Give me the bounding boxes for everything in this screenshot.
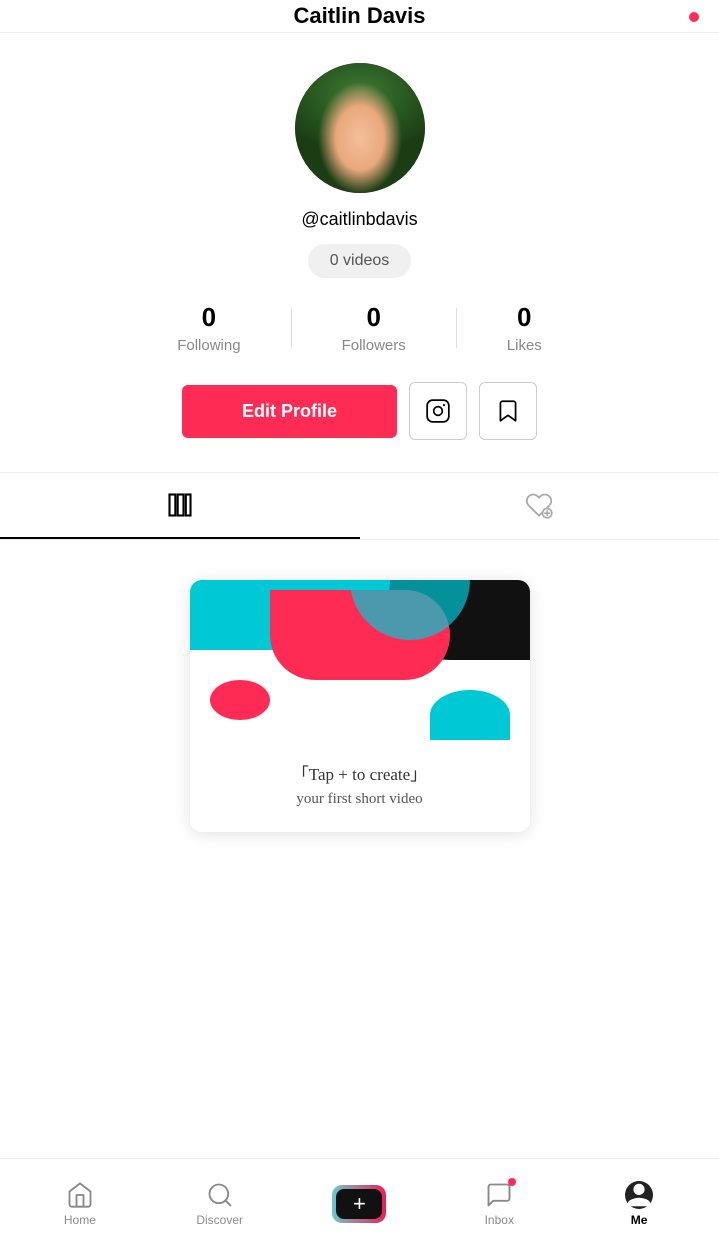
followers-count: 0 xyxy=(366,302,380,333)
header: Caitlin Davis xyxy=(0,0,719,33)
following-count: 0 xyxy=(202,302,216,333)
create-quote: 「Tap + to create」 xyxy=(210,760,510,785)
create-sub: your first short video xyxy=(210,791,510,808)
create-section: 「Tap + to create」 your first short video xyxy=(0,540,719,872)
following-stat[interactable]: 0 Following xyxy=(127,302,290,354)
following-label: Following xyxy=(177,337,240,354)
video-count-badge: 0 videos xyxy=(308,244,412,278)
nav-inbox[interactable]: Inbox xyxy=(459,1181,539,1227)
tab-grid[interactable] xyxy=(0,473,360,539)
blob-cyan3 xyxy=(430,690,510,740)
nav-home[interactable]: Home xyxy=(40,1181,120,1227)
nav-inbox-label: Inbox xyxy=(485,1213,514,1227)
content-tabs xyxy=(0,472,719,540)
me-avatar-icon xyxy=(625,1181,653,1209)
action-row: Edit Profile xyxy=(182,382,537,440)
nav-discover-label: Discover xyxy=(196,1213,243,1227)
nav-me[interactable]: Me xyxy=(599,1181,679,1227)
avatar-image xyxy=(295,63,425,193)
create-card-body: 「Tap + to create」 your first short video xyxy=(190,740,530,832)
likes-stat[interactable]: 0 Likes xyxy=(457,302,592,354)
nav-create[interactable]: + xyxy=(319,1185,399,1223)
nav-discover[interactable]: Discover xyxy=(180,1181,260,1227)
nav-me-label: Me xyxy=(631,1213,648,1227)
page-title: Caitlin Davis xyxy=(293,3,425,29)
stats-row: 0 Following 0 Followers 0 Likes xyxy=(24,302,695,354)
plus-icon: + xyxy=(353,1193,366,1215)
blob-pink2 xyxy=(210,680,270,720)
username: @caitlinbdavis xyxy=(301,209,417,230)
profile-section: @caitlinbdavis 0 videos 0 Following 0 Fo… xyxy=(0,33,719,464)
followers-label: Followers xyxy=(342,337,406,354)
blob-container xyxy=(190,580,530,740)
notification-dot xyxy=(689,12,699,22)
nav-home-label: Home xyxy=(64,1213,96,1227)
bottom-nav: Home Discover + Inbox Me xyxy=(0,1158,719,1248)
followers-stat[interactable]: 0 Followers xyxy=(292,302,456,354)
plus-inner: + xyxy=(336,1189,382,1219)
likes-label: Likes xyxy=(507,337,542,354)
create-card-visual xyxy=(190,580,530,740)
create-plus-button[interactable]: + xyxy=(332,1185,386,1223)
bookmark-button[interactable] xyxy=(479,382,537,440)
create-card[interactable]: 「Tap + to create」 your first short video xyxy=(190,580,530,832)
likes-count: 0 xyxy=(517,302,531,333)
avatar xyxy=(295,63,425,193)
tab-liked[interactable] xyxy=(360,473,719,539)
instagram-button[interactable] xyxy=(409,382,467,440)
edit-profile-button[interactable]: Edit Profile xyxy=(182,385,397,438)
inbox-notification-dot xyxy=(508,1178,516,1186)
